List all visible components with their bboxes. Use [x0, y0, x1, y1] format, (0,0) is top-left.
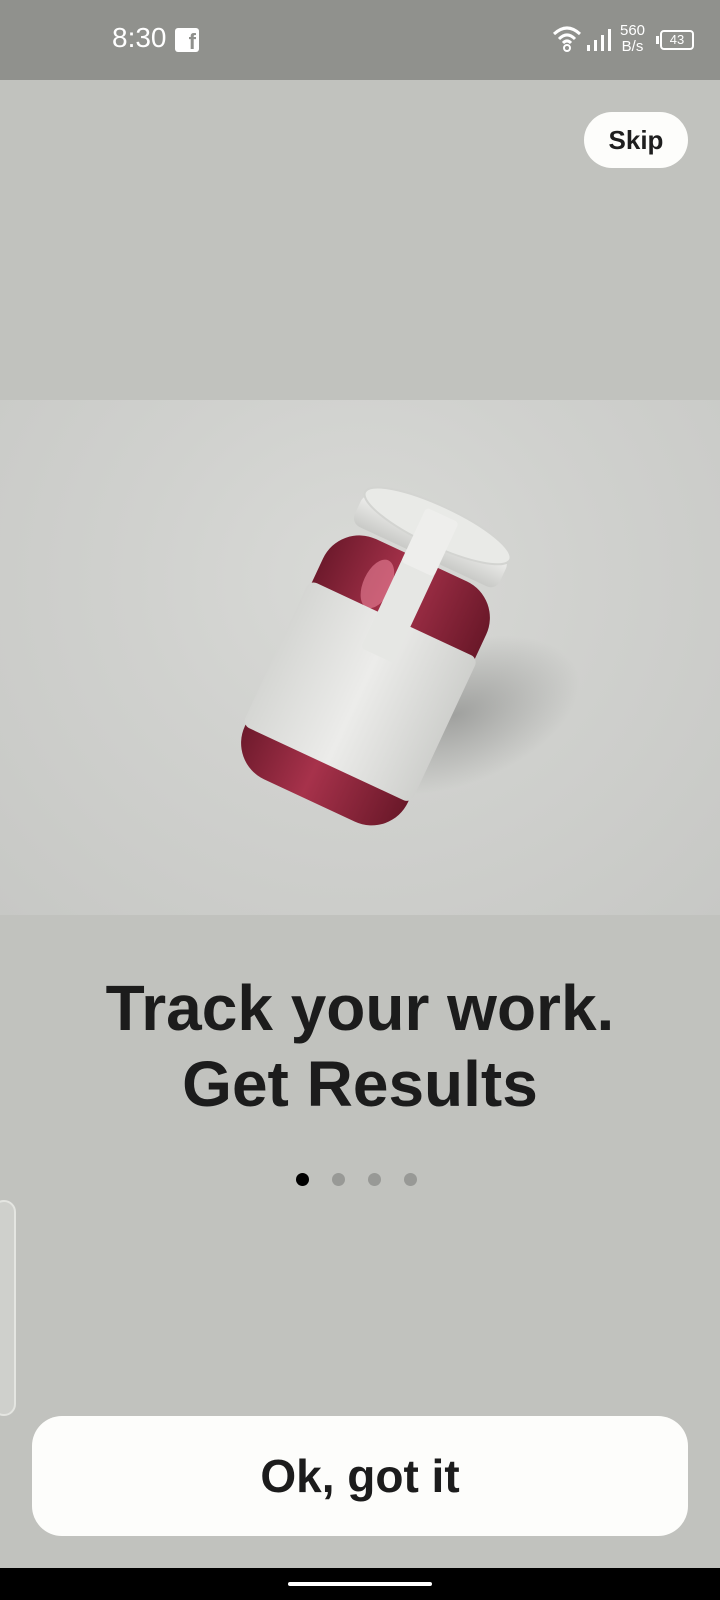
headline-line-1: Track your work.	[105, 972, 615, 1044]
page-dot-2	[332, 1173, 345, 1186]
ok-got-it-button[interactable]: Ok, got it	[32, 1416, 688, 1536]
side-panel-handle[interactable]	[0, 1200, 16, 1416]
hero-image	[0, 400, 720, 915]
onboarding-headline: Track your work. Get Results	[0, 970, 720, 1122]
status-time: 8:30	[112, 22, 167, 53]
battery-level: 43	[660, 30, 694, 50]
page-dot-4	[404, 1173, 417, 1186]
network-speed-unit: B/s	[621, 38, 644, 55]
page-dot-1	[296, 1173, 309, 1186]
wifi-icon	[552, 26, 582, 52]
page-dot-3	[368, 1173, 381, 1186]
jam-jar-illustration	[241, 486, 580, 826]
status-bar: 8:30 f 560 B/s 43	[0, 0, 720, 80]
headline-line-2: Get Results	[182, 1048, 538, 1120]
skip-button[interactable]: Skip	[584, 112, 688, 168]
signal-icon	[587, 29, 611, 51]
navigation-bar	[0, 1568, 720, 1600]
facebook-icon: f	[175, 28, 199, 54]
battery-icon: 43	[656, 30, 694, 50]
network-speed-value: 560	[620, 22, 646, 39]
home-indicator[interactable]	[288, 1582, 432, 1586]
network-speed: 560 B/s	[620, 23, 645, 55]
